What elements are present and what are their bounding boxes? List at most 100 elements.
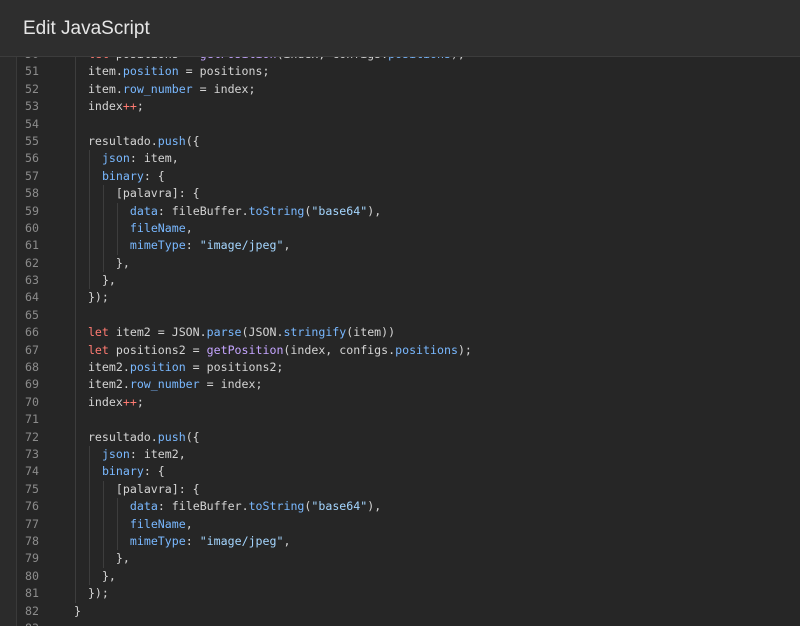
code-token: fileName bbox=[129, 516, 186, 531]
code-line[interactable]: 73 json: item2, bbox=[17, 445, 800, 464]
code-text: item.position = positions; bbox=[88, 63, 270, 80]
line-number: 77 bbox=[25, 516, 39, 531]
code-token: : bbox=[185, 533, 200, 548]
code-token: , bbox=[283, 238, 291, 253]
code-line[interactable]: 61 mimeType: "image/jpeg", bbox=[17, 237, 800, 255]
indent-guide bbox=[102, 532, 104, 551]
indent-guide bbox=[88, 254, 90, 273]
code-text: }); bbox=[88, 585, 109, 602]
code-line[interactable]: 68 item2.position = positions2; bbox=[17, 359, 800, 377]
code-token: , bbox=[185, 220, 193, 235]
code-line[interactable]: 60 fileName, bbox=[17, 219, 800, 238]
code-line[interactable]: 69 item2.row_number = index; bbox=[17, 376, 800, 394]
code-token: item. bbox=[87, 64, 123, 79]
indent-guide bbox=[88, 532, 90, 551]
code-line[interactable]: 76 data: fileBuffer.toString("base64"), bbox=[17, 498, 800, 516]
code-text: item2.row_number = index; bbox=[88, 376, 263, 393]
line-number: 69 bbox=[25, 377, 39, 392]
code-text: data: fileBuffer.toString("base64"), bbox=[130, 203, 381, 220]
code-token: stringify bbox=[283, 325, 347, 340]
code-line[interactable]: 77 fileName, bbox=[17, 515, 800, 533]
code-token: mimeType bbox=[129, 238, 186, 253]
code-line[interactable]: 81}); bbox=[17, 585, 800, 603]
code-line[interactable]: 65 bbox=[17, 306, 800, 325]
code-line[interactable]: 82} bbox=[17, 603, 800, 620]
code-line[interactable]: 58 [palavra]: { bbox=[17, 185, 800, 203]
line-number: 63 bbox=[25, 273, 39, 288]
code-token: resultado. bbox=[87, 429, 158, 444]
code-token: resultado. bbox=[87, 133, 158, 148]
code-line[interactable]: 71 bbox=[17, 411, 800, 429]
code-token: mimeType bbox=[129, 533, 186, 548]
code-token: toString bbox=[248, 203, 305, 218]
line-number: 61 bbox=[25, 238, 39, 253]
code-line[interactable]: 80}, bbox=[17, 567, 800, 586]
code-line[interactable]: 55 resultado.push({ bbox=[17, 132, 800, 151]
line-number: 83 bbox=[17, 620, 39, 626]
indent-guide bbox=[74, 515, 76, 533]
code-token: "base64" bbox=[311, 203, 368, 218]
indent-guide bbox=[74, 567, 76, 586]
code-token: position bbox=[129, 360, 186, 375]
code-line[interactable]: 62}, bbox=[17, 254, 800, 273]
indent-guide bbox=[74, 132, 76, 151]
line-number: 75 bbox=[25, 481, 39, 496]
code-line[interactable]: 59 data: fileBuffer.toString("base64"), bbox=[17, 202, 800, 220]
code-token: }); bbox=[87, 586, 109, 601]
code-token: positions bbox=[388, 57, 451, 61]
code-line[interactable]: 72 resultado.push({ bbox=[17, 428, 800, 446]
code-line[interactable]: 52 item.row_number = index; bbox=[17, 80, 800, 99]
code-line[interactable]: 83 bbox=[17, 620, 800, 626]
code-token: ++ bbox=[122, 99, 137, 114]
code-editor[interactable]: 50let positions = getPosition(index, con… bbox=[16, 57, 800, 626]
code-line[interactable]: 51 item.position = positions; bbox=[17, 63, 800, 81]
code-line[interactable]: 79}, bbox=[17, 550, 800, 568]
code-token: let bbox=[87, 325, 109, 340]
indent-guide bbox=[74, 550, 76, 568]
indent-guide bbox=[88, 480, 90, 499]
indent-guide bbox=[88, 185, 90, 203]
line-number: 57 bbox=[25, 168, 39, 183]
indent-guide bbox=[74, 480, 76, 499]
code-line[interactable]: 64}); bbox=[17, 289, 800, 307]
line-number: 71 bbox=[25, 412, 39, 427]
code-token: parse bbox=[206, 325, 242, 340]
code-line[interactable]: 56 json: item, bbox=[17, 150, 800, 168]
indent-guide bbox=[74, 359, 76, 377]
code-token: [palavra]: { bbox=[115, 481, 200, 496]
code-text: index++; bbox=[88, 98, 144, 115]
line-number: 81 bbox=[25, 586, 39, 601]
code-token: "image/jpeg" bbox=[199, 238, 284, 253]
indent-guide bbox=[74, 202, 76, 220]
code-token: ); bbox=[451, 57, 465, 61]
code-line[interactable]: 74 binary: { bbox=[17, 463, 800, 481]
edit-javascript-dialog: Edit JavaScript 50let positions = getPos… bbox=[0, 0, 800, 626]
indent-guide bbox=[74, 254, 76, 273]
line-number: 68 bbox=[25, 360, 39, 375]
line-number: 56 bbox=[25, 151, 39, 166]
code-line[interactable]: 66 let item2 = JSON.parse(JSON.stringify(… bbox=[17, 324, 800, 342]
code-token: , bbox=[185, 516, 193, 531]
code-line[interactable]: 67 let positions2 = getPosition(index, co… bbox=[17, 341, 800, 360]
code-text: }, bbox=[102, 568, 116, 585]
indent-guide bbox=[74, 376, 76, 394]
indent-guide bbox=[116, 532, 118, 551]
code-line[interactable]: 63}, bbox=[17, 272, 800, 290]
code-token: } bbox=[73, 603, 81, 618]
code-line[interactable]: 53 index++; bbox=[17, 98, 800, 116]
code-lines[interactable]: 50let positions = getPosition(index, con… bbox=[17, 57, 800, 626]
code-token: fileName bbox=[129, 220, 186, 235]
code-line[interactable]: 78 mimeType: "image/jpeg", bbox=[17, 532, 800, 551]
line-number: 67 bbox=[25, 342, 39, 357]
code-token: binary bbox=[101, 168, 144, 183]
indent-guide bbox=[88, 567, 90, 586]
code-line[interactable]: 57 binary: { bbox=[17, 167, 800, 186]
code-token: (index, configs. bbox=[283, 342, 396, 357]
indent-guide bbox=[102, 498, 104, 516]
code-line[interactable]: 70 index++; bbox=[17, 393, 800, 412]
code-line[interactable]: 75 [palavra]: { bbox=[17, 480, 800, 499]
code-token: : fileBuffer. bbox=[157, 203, 249, 218]
code-token: = positions; bbox=[178, 64, 270, 79]
code-line[interactable]: 54 bbox=[17, 115, 800, 133]
code-token: }); bbox=[87, 290, 109, 305]
